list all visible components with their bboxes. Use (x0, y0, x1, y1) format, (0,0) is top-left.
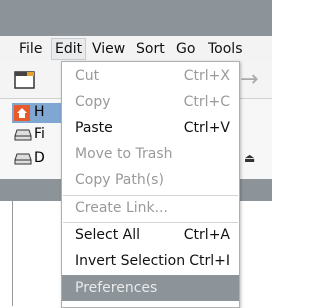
menu-item-invert-selection[interactable]: Invert Selection Ctrl+I (62, 248, 239, 274)
sidebar-item-label: D (34, 150, 45, 166)
edit-menu-dropdown: Cut Ctrl+X Copy Ctrl+C Paste Ctrl+V Move… (61, 61, 240, 308)
drive-icon (14, 129, 32, 141)
eject-icon[interactable]: ⏏ (244, 151, 255, 165)
menu-item-select-all[interactable]: Select All Ctrl+A (62, 222, 239, 248)
menu-view[interactable]: View (89, 39, 128, 59)
menu-item-copy[interactable]: Copy Ctrl+C (62, 89, 239, 115)
menu-item-copy-paths[interactable]: Copy Path(s) (62, 167, 239, 193)
menu-item-preferences[interactable]: Preferences (62, 275, 239, 301)
home-icon (14, 105, 30, 121)
menu-file[interactable]: File (16, 39, 45, 59)
drive-icon (14, 153, 32, 165)
forward-arrow-icon[interactable]: → (240, 67, 258, 92)
menu-item-paste[interactable]: Paste Ctrl+V (62, 115, 239, 141)
sidebar-item-label: Fi (34, 126, 45, 142)
menu-edit[interactable]: Edit (50, 38, 87, 60)
menu-go[interactable]: Go (173, 39, 198, 59)
new-window-icon[interactable] (13, 69, 37, 91)
sidebar-item-label: H (34, 104, 45, 120)
menu-item-cut[interactable]: Cut Ctrl+X (62, 63, 239, 89)
window-titlebar (0, 0, 272, 36)
menu-item-move-to-trash[interactable]: Move to Trash (62, 141, 239, 167)
menubar: File Edit View Sort Go Tools (0, 36, 272, 61)
menu-item-create-link[interactable]: Create Link... (62, 195, 239, 221)
menu-sort[interactable]: Sort (133, 39, 168, 59)
menu-tools[interactable]: Tools (205, 39, 246, 59)
